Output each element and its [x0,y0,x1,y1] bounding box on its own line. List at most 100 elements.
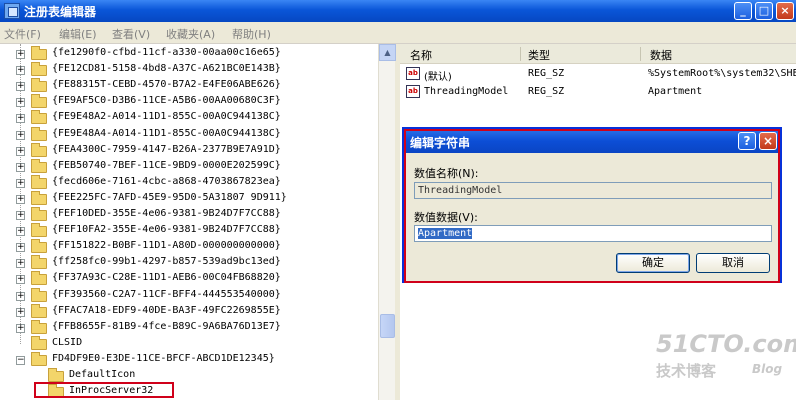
expand-plus-icon[interactable]: + [16,146,25,156]
expand-plus-icon[interactable]: + [16,66,25,76]
folder-icon [31,287,47,302]
cancel-button[interactable]: 取消 [696,253,770,273]
tree-item-label: {FEF10DED-355E-4e06-9381-9B24D7F7CC88} [52,208,281,219]
expand-plus-icon[interactable]: + [16,130,25,140]
tree-item[interactable]: + {fe1290f0-cfbd-11cf-a330-00aa00c16e65} [0,46,378,62]
tree-scrollbar[interactable]: ▲ [378,44,396,400]
tree-item[interactable]: + {FE88315T-CEBD-4570-B7A2-E4FE06ABE626} [0,78,378,94]
tree-item-label: {fe1290f0-cfbd-11cf-a330-00aa00c16e65} [52,47,281,58]
scroll-up-arrow-icon[interactable]: ▲ [379,44,396,61]
expand-plus-icon[interactable]: + [16,114,25,124]
tree-item-label: {fecd606e-7161-4cbc-a868-4703867823ea} [52,175,281,187]
tree-item-label: {FFB8655F-81B9-4fce-B89C-9A6BA76D13E7} [52,320,281,332]
list-row[interactable]: ab (默认) REG_SZ %SystemRoot%\system32\SHE [400,65,796,83]
tree-item[interactable]: + {FEF10DED-355E-4e06-9381-9B24D7F7CC88} [0,207,378,223]
regedit-app-icon [4,3,20,19]
tree-item[interactable]: + {FF151822-B0BF-11D1-A80D-000000000000} [0,239,378,255]
tree-item-label: {FFAC7A18-EDF9-40DE-BA3F-49FC2269855E} [52,304,281,316]
menu-edit[interactable]: 编辑(E) [59,26,97,42]
tree-item[interactable]: + {FF37A93C-C28E-11D1-AEB6-00C04FB68820} [0,271,378,287]
folder-icon [31,190,47,205]
tree-item-label: {FE9E48A4-A014-11D1-855C-00A0C944138C} [52,127,281,139]
folder-icon [31,110,47,125]
expand-plus-icon[interactable]: + [16,307,25,317]
value-data-text: Apartment [418,228,473,239]
dialog-title-bar[interactable]: 编辑字符串 ? × [404,129,780,153]
tree-item[interactable]: + {FE12CD81-5158-4bd8-A37C-A621BC0E143B} [0,62,378,78]
tree-item-expanded-key[interactable]: − FD4DF9E0-E3DE-11CE-BFCF-ABCD1DE12345} [0,352,378,368]
tree-item-label: DefaultIcon [69,369,136,380]
list-row[interactable]: ab ThreadingModel REG_SZ Apartment [400,83,796,101]
tree-item-label: {FEA4300C-7959-4147-B26A-2377B9E7A91D} [52,143,281,155]
tree-item[interactable]: + {FEA4300C-7959-4147-B26A-2377B9E7A91D} [0,142,378,159]
tree-item[interactable]: + {FEF10FA2-355E-4e06-9381-9B24D7F7CC88} [0,223,378,239]
expand-plus-icon[interactable]: + [16,211,25,220]
expand-plus-icon[interactable]: + [16,291,25,301]
tree-item[interactable]: + {FEE225FC-7AFD-45E9-95D0-5A31807 9D911} [0,190,378,207]
tree-item[interactable]: + {fecd606e-7161-4cbc-a868-4703867823ea} [0,174,378,191]
tree-item[interactable]: + {FFB8655F-81B9-4fce-B89C-9A6BA76D13E7} [0,319,378,336]
tree-item-label: {FF393560-C2A7-11CF-BFF4-444553540000} [52,288,281,300]
folder-icon [31,319,47,334]
expand-plus-icon[interactable]: + [16,178,25,188]
expand-plus-icon[interactable]: + [16,194,25,204]
column-data[interactable]: 数据 [650,47,672,63]
folder-icon [31,158,47,173]
expand-plus-icon[interactable]: + [16,243,25,253]
menu-view[interactable]: 查看(V) [112,26,150,42]
column-separator[interactable] [520,47,521,61]
expand-plus-icon[interactable]: + [16,259,25,269]
tree-item-label: CLSID [52,337,83,348]
expand-plus-icon[interactable]: + [16,98,25,108]
tree-item-label: FD4DF9E0-E3DE-11CE-BFCF-ABCD1DE12345} [52,353,275,364]
menu-file[interactable]: 文件(F) [4,26,41,42]
dialog-close-button[interactable]: × [759,132,777,150]
value-name-label: 数值名称(N): [414,167,479,180]
column-type[interactable]: 类型 [528,47,550,63]
maximize-button[interactable]: □ [755,2,773,20]
folder-icon [31,46,47,60]
string-value-icon: ab [406,85,420,98]
expand-plus-icon[interactable]: + [16,227,25,237]
expand-plus-icon[interactable]: + [16,82,25,92]
minimize-button[interactable]: _ [734,2,752,20]
folder-icon [31,223,47,238]
tree-item[interactable]: + {FFAC7A18-EDF9-40DE-BA3F-49FC2269855E} [0,303,378,320]
title-bar: 注册表编辑器 _ □ × [0,0,796,22]
tree-item-label: {FF151822-B0BF-11D1-A80D-000000000000} [52,240,281,252]
tree-item-label: {FE9E48A2-A014-11D1-855C-00A0C944138C} [52,111,281,123]
collapse-minus-icon[interactable]: − [16,356,25,365]
folder-icon [31,271,47,286]
watermark-blog: Blog [752,362,783,376]
tree-item[interactable]: + {FE9E48A2-A014-11D1-855C-00A0C944138C} [0,110,378,126]
expand-plus-icon[interactable]: + [16,323,25,333]
tree-item[interactable]: + {FEB50740-7BEF-11CE-9BD9-0000E202599C} [0,158,378,175]
value-data-input[interactable]: Apartment [414,225,772,242]
folder-icon [31,174,47,189]
folder-icon [31,239,47,254]
help-button[interactable]: ? [738,132,756,150]
watermark: 51CTO.com 技术博客 Blog [656,330,796,381]
registry-tree[interactable]: + {fe1290f0-cfbd-11cf-a330-00aa00c16e65} +… [0,44,378,400]
tree-item[interactable]: + {FE9AF5C0-D3B6-11CE-A5B6-00AA00680C3F} [0,94,378,110]
tree-item[interactable]: + {ff258fc0-99b1-4297-b857-539ad9bc13ed} [0,255,378,271]
tree-item-clsid[interactable]: CLSID [0,336,378,352]
edit-string-dialog: 编辑字符串 ? × 数值名称(N): ThreadingModel 数值数据(V… [402,127,782,283]
tree-item-label: {FF37A93C-C28E-11D1-AEB6-00C04FB68820} [52,272,281,284]
expand-plus-icon[interactable]: + [16,50,25,59]
expand-plus-icon[interactable]: + [16,162,25,172]
tree-item[interactable]: + {FE9E48A4-A014-11D1-855C-00A0C944138C} [0,126,378,143]
folder-icon [31,207,47,221]
menu-help[interactable]: 帮助(H) [232,26,271,42]
tree-item[interactable]: + {FF393560-C2A7-11CF-BFF4-444553540000} [0,287,378,304]
scroll-thumb[interactable] [380,314,395,338]
string-value-icon: ab [406,67,420,80]
column-name[interactable]: 名称 [410,47,432,63]
folder-icon [31,142,47,157]
column-separator[interactable] [640,47,641,61]
ok-button[interactable]: 确定 [616,253,690,273]
menu-favorites[interactable]: 收藏夹(A) [166,26,215,42]
expand-plus-icon[interactable]: + [16,275,25,285]
close-button[interactable]: × [776,2,794,20]
value-data-label: 数值数据(V): [414,211,478,224]
